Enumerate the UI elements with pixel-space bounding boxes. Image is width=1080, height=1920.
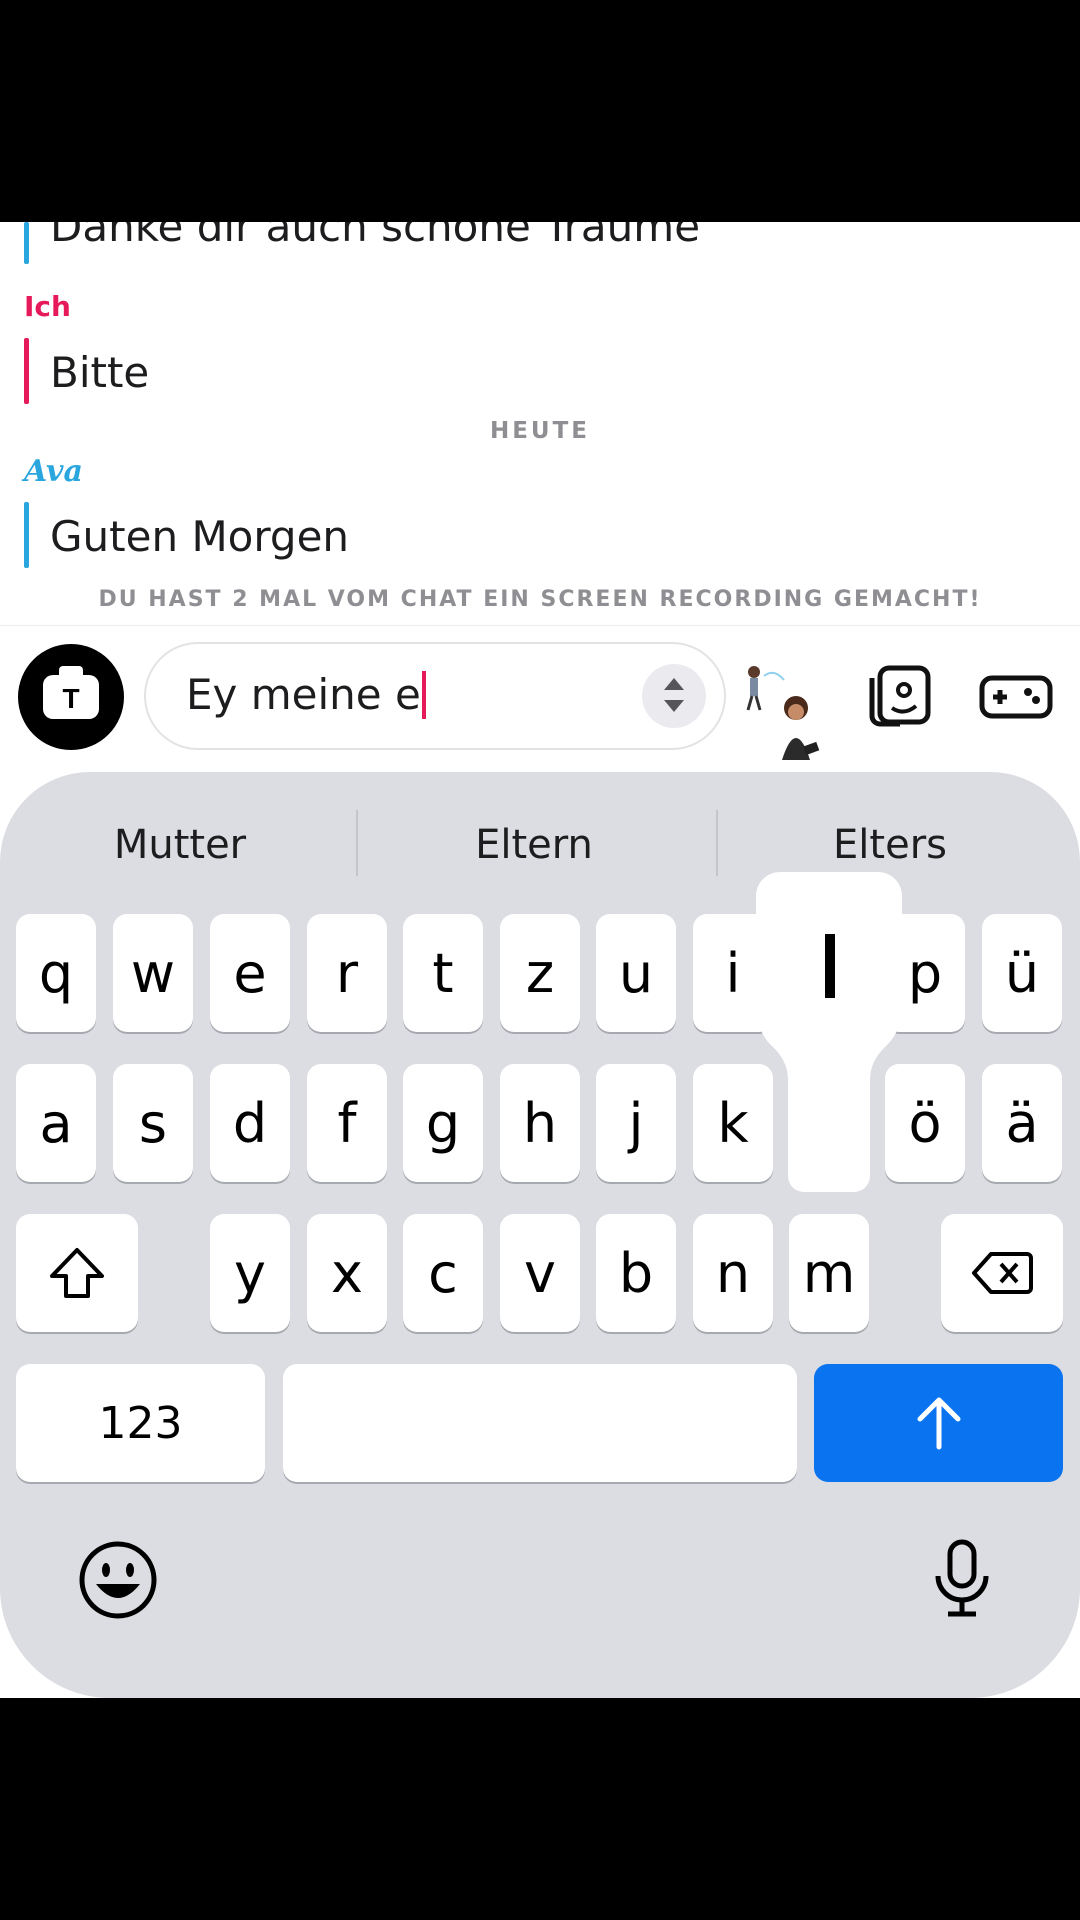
key-a[interactable]: a xyxy=(16,1064,96,1182)
arrow-up-icon xyxy=(917,1397,960,1450)
key-d[interactable]: d xyxy=(210,1064,290,1182)
chat-input-field[interactable]: Ey meine e xyxy=(144,642,726,750)
key-m[interactable]: m xyxy=(789,1214,869,1332)
key-c[interactable]: c xyxy=(403,1214,483,1332)
key-g[interactable]: g xyxy=(403,1064,483,1182)
key-oe[interactable]: ö xyxy=(885,1064,965,1182)
friend-message-bar xyxy=(24,502,29,568)
sender-label-friend: Ava xyxy=(24,454,83,489)
key-f[interactable]: f xyxy=(307,1064,387,1182)
camera-letter: T xyxy=(62,683,80,714)
emoji-icon[interactable] xyxy=(78,1540,158,1620)
space-key[interactable] xyxy=(283,1364,797,1482)
divider xyxy=(0,625,1080,626)
suggestion-3[interactable]: Elters xyxy=(740,822,1040,868)
keyboard: Mutter Eltern Elters q w e r t z u i p ü… xyxy=(0,772,1080,1698)
key-y[interactable]: y xyxy=(210,1214,290,1332)
shift-icon xyxy=(50,1248,104,1298)
games-controller-icon[interactable] xyxy=(978,662,1054,732)
suggestion-2[interactable]: Eltern xyxy=(384,822,684,868)
message-text: Guten Morgen xyxy=(50,512,350,561)
key-b[interactable]: b xyxy=(596,1214,676,1332)
key-h[interactable]: h xyxy=(500,1064,580,1182)
text-cursor xyxy=(421,671,426,719)
sender-label-me: Ich xyxy=(24,290,71,323)
message-text: Danke dir auch schöne Träume xyxy=(50,222,701,251)
key-e[interactable]: e xyxy=(210,914,290,1032)
screen-recording-notice: DU HAST 2 MAL VOM CHAT EIN SCREEN RECORD… xyxy=(98,587,982,612)
day-separator: HEUTE xyxy=(489,418,591,444)
my-message-bar xyxy=(24,338,29,404)
microphone-icon[interactable] xyxy=(922,1538,1002,1618)
chat-input-value-wrapper: Ey meine e xyxy=(186,670,426,719)
key-w[interactable]: w xyxy=(113,914,193,1032)
suggestion-separator xyxy=(716,810,718,876)
chat-input-value: Ey meine e xyxy=(186,670,421,719)
send-key[interactable] xyxy=(814,1364,1063,1482)
key-v[interactable]: v xyxy=(500,1214,580,1332)
key-r[interactable]: r xyxy=(307,914,387,1032)
key-z[interactable]: z xyxy=(500,914,580,1032)
suggestion-separator xyxy=(356,810,358,876)
shift-key[interactable] xyxy=(16,1214,138,1332)
key-x[interactable]: x xyxy=(307,1214,387,1332)
key-t[interactable]: t xyxy=(403,914,483,1032)
message-text: Bitte xyxy=(50,348,150,397)
expand-stepper-icon[interactable] xyxy=(642,664,706,728)
camera-icon: T xyxy=(43,666,99,719)
key-k[interactable]: k xyxy=(693,1064,773,1182)
key-s[interactable]: s xyxy=(113,1064,193,1182)
backspace-icon xyxy=(972,1252,1033,1294)
backspace-key[interactable] xyxy=(941,1214,1063,1332)
key-l-pressed-popup[interactable] xyxy=(756,872,902,1192)
numbers-key[interactable]: 123 xyxy=(16,1364,265,1482)
key-j[interactable]: j xyxy=(596,1064,676,1182)
key-ae[interactable]: ä xyxy=(982,1064,1062,1182)
key-n[interactable]: n xyxy=(693,1214,773,1332)
friend-message-bar xyxy=(24,222,29,264)
suggestion-1[interactable]: Mutter xyxy=(30,822,330,868)
camera-button[interactable]: T xyxy=(18,644,124,750)
bitmoji-icon[interactable] xyxy=(742,660,828,770)
chat-screen: Danke dir auch schöne Träume Ich Bitte H… xyxy=(0,222,1080,1698)
key-q[interactable]: q xyxy=(16,914,96,1032)
key-u[interactable]: u xyxy=(596,914,676,1032)
key-ue[interactable]: ü xyxy=(982,914,1062,1032)
memories-sticker-icon[interactable] xyxy=(862,662,938,732)
